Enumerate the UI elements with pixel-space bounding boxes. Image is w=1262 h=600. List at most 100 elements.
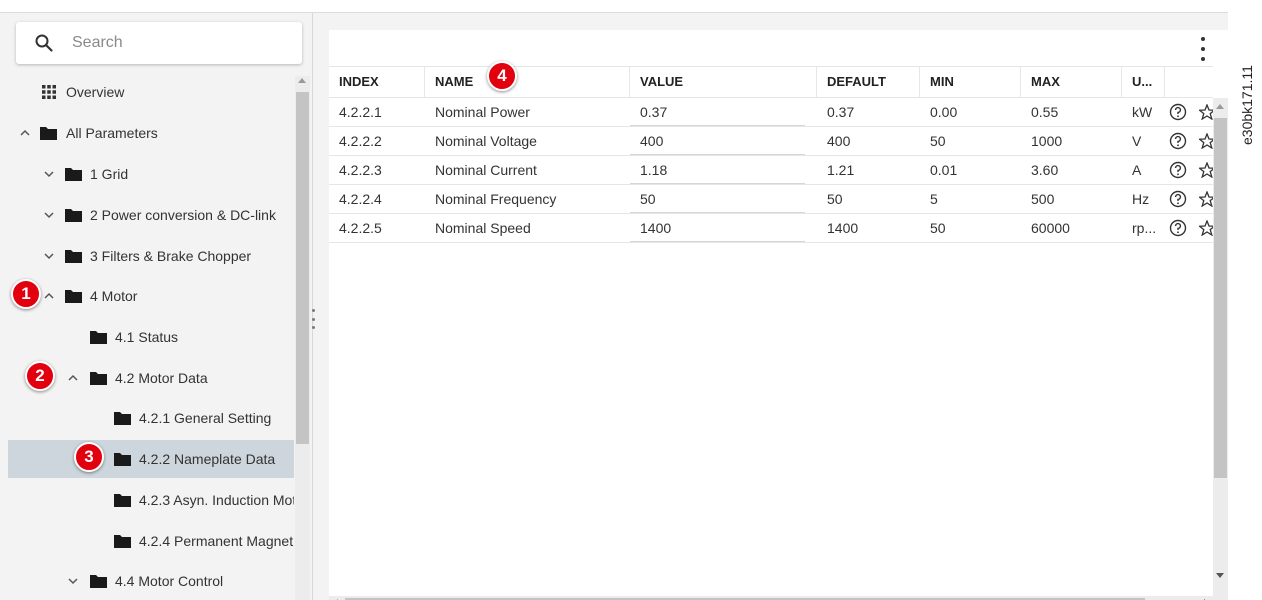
tree-item-permanent-magnet-motor[interactable]: 4.2.4 Permanent Magnet M [8,522,294,560]
search-input[interactable] [70,30,294,56]
cell-value-input[interactable]: 1400 [630,214,805,242]
cell-name: Nominal Speed [435,220,531,236]
help-icon[interactable] [1169,219,1187,237]
chevron-up-icon[interactable] [42,289,56,303]
column-header-default[interactable]: DEFAULT [817,67,920,97]
cell-unit: A [1132,162,1142,178]
cell-name: Nominal Frequency [435,191,557,207]
chevron-down-icon[interactable] [42,249,56,263]
parameter-table-panel: INDEX NAME VALUE DEFAULT MIN MAX U... 4.… [329,30,1228,600]
chevron-down-icon[interactable] [66,574,80,588]
search-icon [35,34,53,52]
tree-item-asyn-induction-motor[interactable]: 4.2.3 Asyn. Induction Moto [8,481,294,519]
cell-default: 50 [827,191,843,207]
chevron-down-icon[interactable] [42,208,56,222]
tree-item-label: 4.2 Motor Data [115,370,208,386]
panel-resize-handle[interactable] [312,309,315,329]
tree-item-nameplate-data[interactable]: 4.2.2 Nameplate Data [8,440,294,478]
cell-name: Nominal Voltage [435,133,537,149]
column-header-name[interactable]: NAME [425,67,630,97]
chevron-down-icon[interactable] [42,167,56,181]
tree-item-motor-control[interactable]: 4.4 Motor Control [8,562,294,600]
tree-item-grid[interactable]: 1 Grid [8,155,294,193]
folder-icon [65,290,82,303]
tree-item-label: All Parameters [66,125,158,141]
grid-icon [42,85,56,99]
tree-item-label: Overview [66,84,125,100]
help-icon[interactable] [1169,103,1187,121]
tree-item-label: 4.2.3 Asyn. Induction Moto [139,492,294,508]
cell-max: 0.55 [1031,104,1059,120]
tree-item-label: 4.2.4 Permanent Magnet M [139,533,294,549]
cell-value-input[interactable]: 1.18 [630,156,805,184]
cell-default: 1400 [827,220,859,236]
parameter-tree-panel: Overview All Parameters 1 Grid 2 Power c… [0,13,313,600]
cell-default: 1.21 [827,162,855,178]
table-row[interactable]: 4.2.2.2 Nominal Voltage 400 400 50 1000 … [329,127,1215,156]
table-row[interactable]: 4.2.2.4 Nominal Frequency 50 50 5 500 Hz [329,185,1215,214]
tree-item-label: 1 Grid [90,166,129,182]
cell-value-input[interactable]: 0.37 [630,98,805,126]
help-icon[interactable] [1169,161,1187,179]
tree-scrollbar[interactable] [295,76,310,600]
scroll-up-arrow-icon[interactable] [1216,104,1224,109]
tree-item-label: 4.2.1 General Setting [139,410,272,426]
column-header-max[interactable]: MAX [1021,67,1122,97]
column-header-value[interactable]: VALUE [630,67,817,97]
cell-default: 0.37 [827,104,855,120]
chevron-up-icon[interactable] [66,371,80,385]
more-vertical-icon[interactable] [1197,37,1209,61]
cell-index: 4.2.2.2 [339,133,382,149]
tree-item-all-parameters[interactable]: All Parameters [8,114,294,152]
folder-icon [90,372,107,385]
help-icon[interactable] [1169,190,1187,208]
cell-max: 3.60 [1031,162,1059,178]
tree-item-motor[interactable]: 4 Motor [8,277,294,315]
tree-item-label: 4.4 Motor Control [115,573,224,589]
scroll-up-arrow-icon[interactable] [298,78,306,83]
callout-badge-4: 4 [487,61,517,91]
help-icon[interactable] [1169,132,1187,150]
table-row[interactable]: 4.2.2.3 Nominal Current 1.18 1.21 0.01 3… [329,156,1215,185]
tree-item-power-conversion[interactable]: 2 Power conversion & DC-link [8,196,294,234]
callout-badge-3: 3 [74,442,104,472]
app-window: Overview All Parameters 1 Grid 2 Power c… [0,12,1228,600]
column-header-unit[interactable]: U... [1122,67,1165,97]
table-vertical-scrollbar-thumb[interactable] [1214,118,1227,478]
cell-name: Nominal Current [435,162,537,178]
callout-badge-1: 1 [11,279,41,309]
cell-min: 5 [930,191,938,207]
folder-icon [65,250,82,263]
column-header-index[interactable]: INDEX [329,67,425,97]
table-horizontal-scrollbar[interactable] [329,596,1213,600]
cell-index: 4.2.2.5 [339,220,382,236]
cell-min: 0.01 [930,162,958,178]
folder-icon [90,331,107,344]
folder-icon [114,453,131,466]
callout-badge-2: 2 [25,361,55,391]
cell-value-input[interactable]: 50 [630,185,805,213]
folder-icon [114,494,131,507]
table-row[interactable]: 4.2.2.1 Nominal Power 0.37 0.37 0.00 0.5… [329,98,1215,127]
cell-unit: V [1132,133,1142,149]
table-vertical-scrollbar[interactable] [1213,98,1228,600]
cell-name: Nominal Power [435,104,530,120]
chevron-up-icon[interactable] [18,126,32,140]
cell-unit: kW [1132,104,1153,120]
tree-item-general-setting[interactable]: 4.2.1 General Setting [8,399,294,437]
cell-value-input[interactable]: 400 [630,127,805,155]
tree-item-filters-brake-chopper[interactable]: 3 Filters & Brake Chopper [8,237,294,275]
tree-item-status[interactable]: 4.1 Status [8,318,294,356]
tree-item-label: 4.2.2 Nameplate Data [139,451,276,467]
table-row[interactable]: 4.2.2.5 Nominal Speed 1400 1400 50 60000… [329,214,1215,243]
cell-index: 4.2.2.3 [339,162,382,178]
scroll-down-arrow-icon[interactable] [1216,573,1224,578]
table-header: INDEX NAME VALUE DEFAULT MIN MAX U... [329,66,1213,98]
search-box[interactable] [16,22,302,64]
tree-item-label: 3 Filters & Brake Chopper [90,248,252,264]
cell-unit: rp... [1132,220,1157,236]
tree-item-overview[interactable]: Overview [8,73,294,111]
cell-min: 50 [930,133,946,149]
tree-scrollbar-thumb[interactable] [296,92,309,444]
column-header-min[interactable]: MIN [920,67,1021,97]
